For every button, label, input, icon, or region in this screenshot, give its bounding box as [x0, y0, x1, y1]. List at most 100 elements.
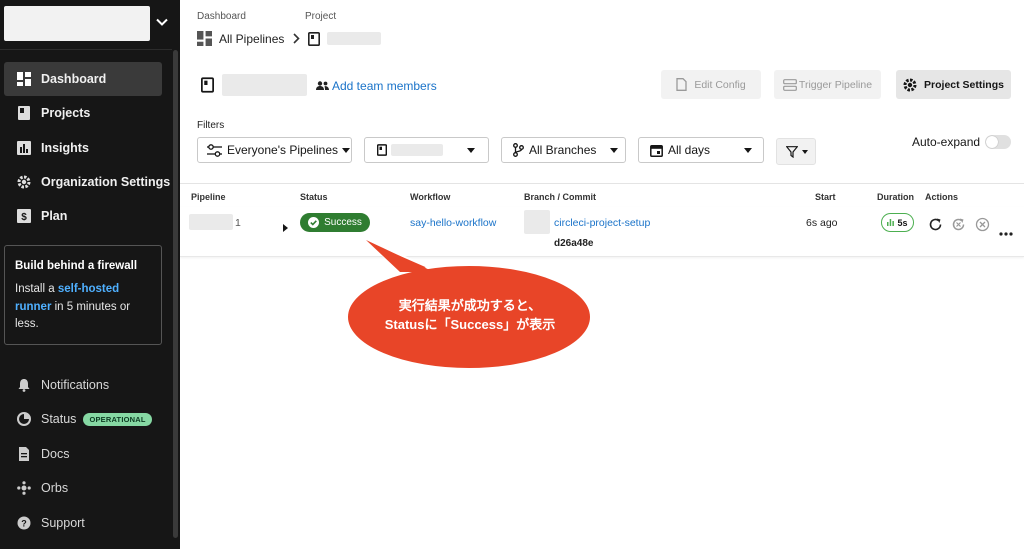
annotation-line-2: Statusに「Success」が表示 — [384, 317, 556, 332]
expand-row-icon[interactable] — [283, 219, 288, 237]
trigger-pipeline-label: Trigger Pipeline — [798, 78, 873, 91]
days-filter-value: All days — [668, 143, 711, 157]
auto-expand-label: Auto-expand — [912, 135, 981, 149]
sidebar-item-label: Notifications — [41, 378, 110, 392]
gear-icon — [903, 78, 917, 92]
funnel-icon — [786, 145, 798, 158]
sidebar-divider — [0, 49, 172, 50]
sidebar-item-label: Support — [41, 516, 85, 530]
orbs-icon — [17, 481, 31, 495]
sidebar-item-organization-settings[interactable]: Organization Settings — [4, 165, 170, 199]
people-icon — [316, 81, 329, 91]
table-row[interactable]: 1 Success say-hello-workflow circleci-pr… — [180, 207, 1024, 257]
sidebar-item-docs[interactable]: Docs — [4, 437, 162, 471]
toggle-knob — [986, 136, 998, 148]
add-team-members-label: Add team members — [332, 79, 437, 93]
firewall-text-before: Install a — [15, 283, 58, 295]
more-options-icon[interactable] — [999, 223, 1013, 241]
sidebar-scrollbar[interactable] — [173, 50, 178, 538]
edit-config-button[interactable]: Edit Config — [661, 70, 761, 99]
project-name-redacted[interactable] — [327, 32, 382, 45]
column-header-start: Start — [815, 192, 836, 202]
sidebar-item-dashboard[interactable]: Dashboard — [4, 62, 162, 96]
status-icon — [17, 412, 31, 426]
sidebar-item-label: Status — [41, 412, 77, 426]
add-team-members-link[interactable]: Add team members — [316, 79, 437, 93]
cancel-icon[interactable] — [975, 217, 990, 237]
branches-filter-select[interactable]: All Branches — [501, 137, 626, 163]
advanced-filter-button[interactable] — [776, 138, 816, 165]
breadcrumb-dashboard-label: Dashboard — [197, 11, 246, 22]
filter-sliders-icon — [207, 143, 222, 157]
status-badge[interactable]: Success — [300, 213, 370, 232]
dashboard-grid-icon — [197, 31, 212, 46]
sidebar-item-notifications[interactable]: Notifications — [4, 368, 162, 402]
chevron-right-icon — [293, 33, 301, 44]
sidebar-item-label: Plan — [41, 209, 68, 223]
sidebar-item-orbs[interactable]: Orbs — [4, 471, 162, 505]
breadcrumb-project-label: Project — [305, 11, 337, 22]
pipeline-number[interactable]: 1 — [235, 217, 241, 229]
rerun-failed-icon[interactable] — [951, 217, 966, 237]
sidebar-item-status[interactable]: Status OPERATIONAL — [4, 402, 162, 436]
rerun-icon[interactable] — [928, 217, 943, 237]
firewall-text: Install a self-hosted runner in 5 minute… — [15, 281, 151, 334]
pipelines-filter-select[interactable]: Everyone's Pipelines — [197, 137, 352, 163]
bell-icon — [17, 378, 31, 392]
status-label: Success — [324, 217, 362, 228]
sidebar-item-label: Insights — [41, 141, 89, 155]
project-icon — [201, 77, 214, 98]
auto-expand-toggle[interactable] — [985, 135, 1011, 149]
bar-chart-icon — [887, 219, 895, 226]
firewall-title: Build behind a firewall — [15, 260, 138, 272]
sidebar-item-label: Organization Settings — [41, 175, 171, 189]
duration-badge[interactable]: 5s — [881, 213, 914, 232]
firewall-promo: Build behind a firewall Install a self-h… — [4, 245, 162, 345]
project-filter-select[interactable] — [364, 137, 489, 163]
main-content: Dashboard Project All Pipelines Add team… — [180, 0, 1024, 549]
project-settings-label: Project Settings — [924, 78, 1004, 91]
pipeline-name-redacted — [189, 214, 233, 230]
sidebar-item-insights[interactable]: Insights — [4, 131, 162, 165]
plan-icon: $ — [17, 209, 31, 223]
start-time: 6s ago — [806, 217, 838, 229]
projects-icon — [17, 106, 31, 120]
column-header-branch-commit: Branch / Commit — [524, 192, 597, 202]
project-settings-button[interactable]: Project Settings — [896, 70, 1011, 99]
caret-down-icon — [610, 147, 619, 153]
chevron-down-icon[interactable] — [155, 15, 169, 29]
branch-link[interactable]: circleci-project-setup — [554, 217, 650, 229]
commit-hash[interactable]: d26a48e — [554, 238, 593, 249]
sidebar-item-projects[interactable]: Projects — [4, 96, 162, 130]
breadcrumb-all-pipelines[interactable]: All Pipelines — [219, 32, 284, 46]
docs-icon — [17, 447, 31, 461]
trigger-pipeline-button[interactable]: Trigger Pipeline — [774, 70, 881, 99]
caret-down-icon — [467, 147, 475, 153]
calendar-icon — [650, 144, 663, 157]
filters-label: Filters — [197, 120, 225, 131]
sidebar-item-label: Orbs — [41, 481, 69, 495]
annotation-line-1: 実行結果が成功すると、 — [398, 298, 542, 313]
trigger-icon — [783, 78, 797, 91]
organization-selector[interactable] — [4, 6, 150, 41]
file-edit-icon — [676, 78, 687, 91]
branches-filter-value: All Branches — [529, 143, 597, 157]
branch-icon — [513, 143, 524, 157]
column-header-status: Status — [300, 192, 328, 202]
column-header-pipeline: Pipeline — [191, 192, 226, 202]
sidebar-item-support[interactable]: ? Support — [4, 506, 162, 540]
status-badge: OPERATIONAL — [83, 412, 152, 426]
pipelines-table-header: Pipeline Status Workflow Branch / Commit… — [180, 183, 1024, 208]
svg-text:?: ? — [21, 519, 27, 529]
days-filter-select[interactable]: All days — [638, 137, 764, 163]
column-header-actions: Actions — [925, 192, 959, 202]
project-icon — [308, 31, 321, 46]
sidebar-item-plan[interactable]: $ Plan — [4, 199, 162, 233]
insights-icon — [17, 141, 31, 155]
project-title-redacted — [222, 74, 307, 96]
sidebar-item-label: Docs — [41, 447, 70, 461]
caret-down-icon — [744, 147, 753, 153]
workflow-link[interactable]: say-hello-workflow — [410, 217, 496, 229]
column-header-workflow: Workflow — [410, 192, 451, 202]
column-header-duration: Duration — [877, 192, 914, 202]
